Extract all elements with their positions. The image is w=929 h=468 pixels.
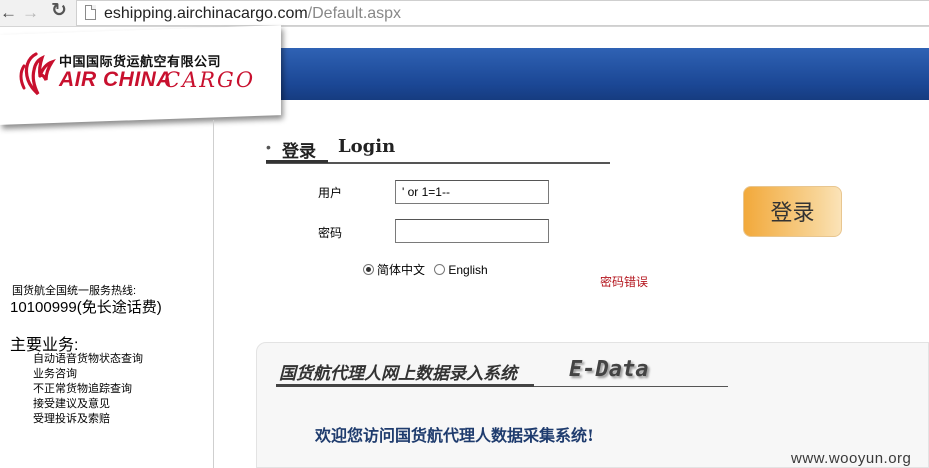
edata-title-en: E-Data bbox=[569, 357, 649, 382]
language-selector: 简体中文 English bbox=[363, 261, 494, 278]
phoenix-logo-icon bbox=[19, 52, 56, 96]
watermark: www.wooyun.org bbox=[791, 450, 912, 467]
password-label: 密码 bbox=[318, 226, 343, 240]
business-item-consulting[interactable]: 业务咨询 bbox=[33, 367, 143, 382]
error-message: 密码错误 bbox=[600, 275, 649, 289]
sidebar-divider bbox=[213, 120, 214, 468]
business-list: 自动语音货物状态查询 业务咨询 不正常货物追踪查询 接受建议及意见 受理投诉及索… bbox=[33, 352, 143, 427]
logo-cargo: CARGO bbox=[164, 68, 256, 92]
page-icon bbox=[85, 5, 96, 20]
radio-simplified-chinese-label[interactable]: 简体中文 bbox=[377, 263, 425, 277]
url-path: /Default.aspx bbox=[307, 5, 402, 22]
login-title-cn: 登录 bbox=[282, 142, 316, 161]
logo[interactable]: 中国国际货运航空有限公司 AIR CHINA CARGO bbox=[16, 46, 276, 106]
back-arrow-icon[interactable]: ← bbox=[0, 3, 17, 23]
business-item-status-query[interactable]: 自动语音货物状态查询 bbox=[33, 352, 143, 367]
username-input[interactable] bbox=[395, 180, 549, 204]
url-text[interactable]: eshipping.airchinacargo.com/Default.aspx bbox=[104, 4, 401, 23]
login-button[interactable]: 登录 bbox=[743, 186, 842, 237]
login-title-en: Login bbox=[338, 136, 396, 157]
address-bar[interactable]: eshipping.airchinacargo.com/Default.aspx bbox=[76, 0, 929, 26]
reload-icon[interactable]: ↻ bbox=[51, 1, 67, 21]
logo-air-china: AIR CHINA bbox=[59, 68, 172, 91]
welcome-message: 欢迎您访问国货航代理人数据采集系统! bbox=[315, 426, 595, 445]
business-item-complaints[interactable]: 受理投诉及索赔 bbox=[33, 412, 143, 427]
business-item-suggestions[interactable]: 接受建议及意见 bbox=[33, 397, 143, 412]
login-bullet: • bbox=[266, 139, 271, 155]
url-host: eshipping.airchinacargo.com bbox=[104, 5, 308, 22]
business-item-tracking[interactable]: 不正常货物追踪查询 bbox=[33, 382, 143, 397]
edata-title-cn: 国货航代理人网上数据录入系统 bbox=[279, 364, 517, 383]
hotline-number: 10100999(免长途话费) bbox=[10, 299, 162, 316]
browser-toolbar: ← → ↻ eshipping.airchinacargo.com/Defaul… bbox=[0, 0, 929, 27]
radio-english-label[interactable]: English bbox=[448, 263, 487, 277]
username-label: 用户 bbox=[318, 186, 343, 200]
forward-arrow-icon[interactable]: → bbox=[22, 3, 39, 23]
radio-simplified-chinese[interactable] bbox=[363, 264, 374, 275]
login-title-underline-accent bbox=[266, 160, 328, 163]
password-input[interactable] bbox=[395, 219, 549, 243]
radio-english[interactable] bbox=[434, 264, 446, 275]
edata-title-underline-accent bbox=[276, 384, 534, 387]
